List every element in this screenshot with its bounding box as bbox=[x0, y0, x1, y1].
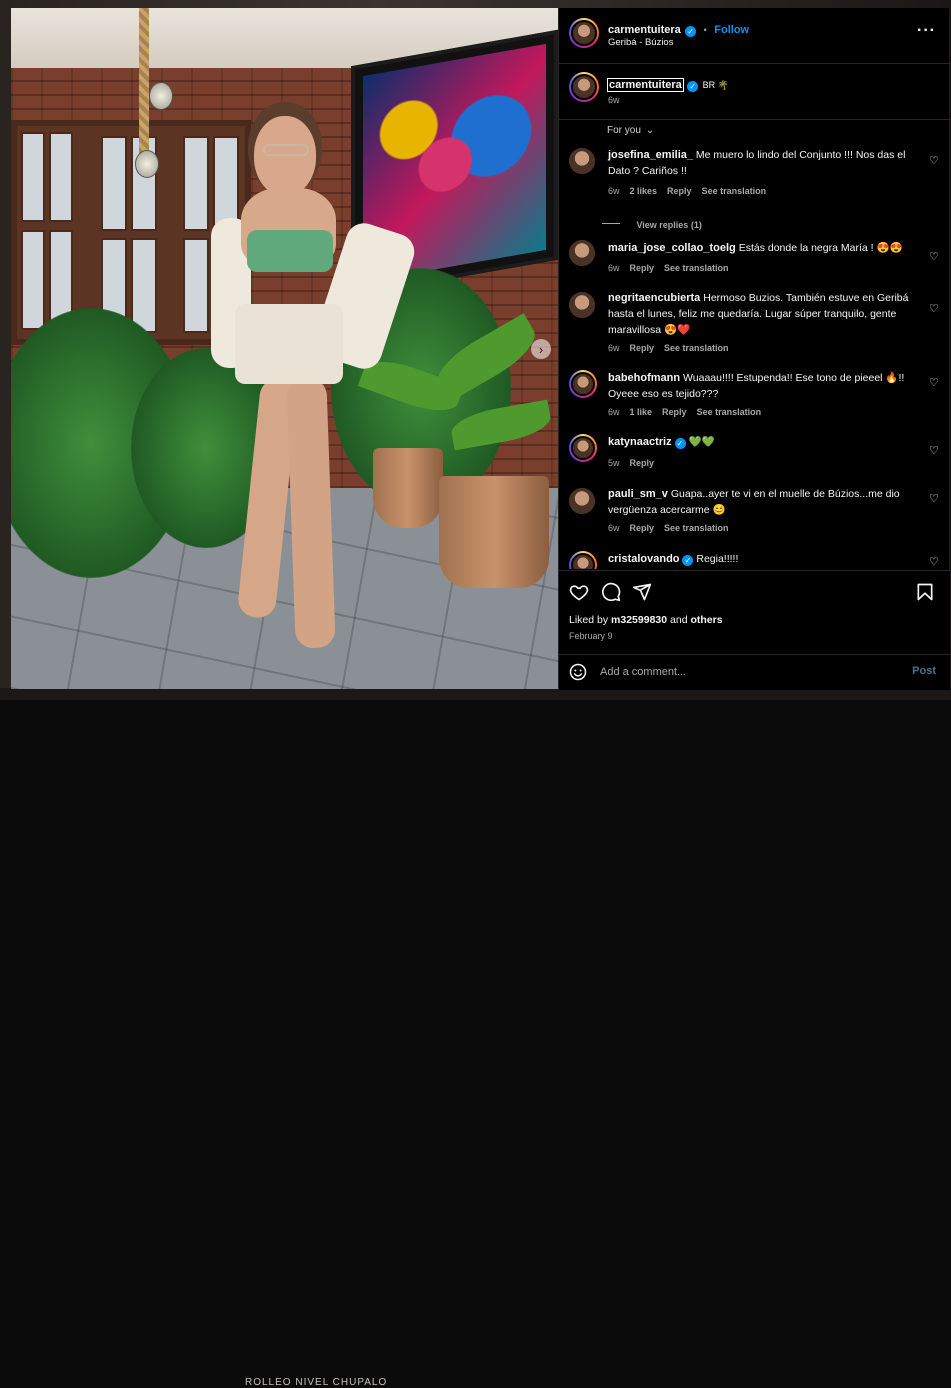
comment-text: 💚💚 bbox=[688, 436, 715, 448]
photo-pot bbox=[373, 448, 443, 528]
avatar[interactable] bbox=[569, 370, 597, 398]
reply-button[interactable]: Reply bbox=[662, 407, 687, 417]
comment-username[interactable]: babehofmann bbox=[608, 372, 680, 384]
comment-time: 6w bbox=[608, 407, 620, 417]
reply-button[interactable]: Reply bbox=[630, 458, 655, 468]
likes-others[interactable]: others bbox=[690, 614, 722, 626]
add-comment-bar: Post bbox=[559, 654, 950, 689]
heart-icon[interactable]: ♡ bbox=[929, 378, 940, 389]
see-translation-link[interactable]: See translation bbox=[664, 523, 729, 533]
comment-username[interactable]: josefina_emilia_ bbox=[608, 149, 693, 161]
heart-icon[interactable]: ♡ bbox=[929, 304, 940, 315]
bookmark-icon[interactable] bbox=[915, 582, 935, 602]
comment-likes[interactable]: 2 likes bbox=[630, 186, 658, 196]
comment-text: Regia!!!!! bbox=[696, 553, 739, 565]
photo-pot bbox=[439, 476, 549, 588]
caption-text: BR 🌴 bbox=[702, 80, 729, 90]
comment-input[interactable] bbox=[600, 664, 890, 680]
comment-time: 5w bbox=[608, 458, 620, 468]
see-translation-link[interactable]: See translation bbox=[702, 186, 767, 196]
photo-person-glasses bbox=[263, 144, 309, 156]
see-translation-link[interactable]: See translation bbox=[697, 407, 762, 417]
see-translation-link[interactable]: See translation bbox=[664, 343, 729, 353]
view-replies-button[interactable]: View replies (1) bbox=[636, 220, 701, 230]
comment-text: Estás donde la negra María ! 😍😍 bbox=[738, 242, 903, 254]
comment-time: 6w bbox=[608, 523, 620, 533]
verified-badge-icon: ✓ bbox=[674, 438, 686, 449]
comment-item: cristalovando ✓ Regia!!!!! ♡ bbox=[559, 551, 950, 569]
heart-icon[interactable]: ♡ bbox=[929, 156, 940, 167]
heart-icon[interactable]: ♡ bbox=[929, 557, 940, 568]
send-icon[interactable] bbox=[632, 582, 652, 602]
reply-button[interactable]: Reply bbox=[630, 263, 655, 273]
reply-button[interactable]: Reply bbox=[630, 523, 655, 533]
photo-rope bbox=[139, 8, 149, 158]
replies-line bbox=[602, 223, 620, 225]
comments-filter-label: For you bbox=[607, 125, 641, 136]
likes-summary: Liked by m32599830 and others bbox=[569, 614, 723, 626]
heart-icon[interactable]: ♡ bbox=[929, 494, 940, 505]
post-media[interactable]: › bbox=[11, 8, 558, 689]
comment-icon[interactable] bbox=[601, 582, 621, 602]
comment-username[interactable]: negritaencubierta bbox=[608, 292, 700, 304]
chevron-right-icon: › bbox=[538, 341, 544, 357]
comment-likes[interactable]: 1 like bbox=[630, 407, 653, 417]
separator-dot: • bbox=[703, 25, 707, 35]
photo-person-top bbox=[247, 230, 333, 272]
media-caption-strip: ROLLEO NIVEL CHUPALO bbox=[245, 1377, 388, 1388]
likes-and: and bbox=[670, 614, 688, 626]
caption-username[interactable]: carmentuitera bbox=[607, 78, 684, 92]
heart-icon[interactable]: ♡ bbox=[929, 446, 940, 457]
verified-badge-icon: ✓ bbox=[687, 81, 699, 92]
avatar[interactable] bbox=[569, 240, 595, 266]
heart-icon[interactable] bbox=[569, 582, 589, 602]
post-header: carmentuitera ✓ • Follow Geribá - Búzios… bbox=[559, 8, 950, 64]
reply-button[interactable]: Reply bbox=[630, 343, 655, 353]
follow-button[interactable]: Follow bbox=[714, 24, 749, 36]
post-comment-button[interactable]: Post bbox=[912, 665, 936, 677]
post-panel: carmentuitera ✓ • Follow Geribá - Búzios… bbox=[558, 8, 950, 690]
photo-bulb bbox=[149, 82, 173, 110]
photo-person-head bbox=[254, 116, 316, 196]
comment-time: 6w bbox=[608, 343, 620, 353]
see-translation-link[interactable]: See translation bbox=[664, 263, 729, 273]
comment-username[interactable]: katynaactriz bbox=[608, 436, 672, 448]
photo-person-shorts bbox=[235, 304, 343, 384]
location-link[interactable]: Geribá - Búzios bbox=[608, 37, 673, 48]
divider bbox=[559, 119, 950, 120]
chevron-down-icon: ⌄ bbox=[645, 125, 655, 136]
post-modal: › carmentuitera ✓ • Follow Geribá - Búzi… bbox=[11, 8, 950, 690]
likes-user[interactable]: m32599830 bbox=[611, 614, 667, 626]
emoji-icon[interactable] bbox=[569, 663, 587, 681]
next-slide-button[interactable]: › bbox=[531, 339, 551, 359]
avatar[interactable] bbox=[569, 488, 595, 514]
reply-button[interactable]: Reply bbox=[667, 186, 692, 196]
caption-time: 6w bbox=[608, 95, 620, 105]
avatar[interactable] bbox=[569, 292, 595, 318]
comment-time: 6w bbox=[608, 186, 620, 196]
header-username[interactable]: carmentuitera bbox=[608, 24, 681, 36]
comment-username[interactable]: maria_jose_collao_toelg bbox=[608, 242, 736, 254]
view-replies-row[interactable]: View replies (1) bbox=[602, 215, 702, 233]
comments-filter-dropdown[interactable]: For you ⌄ bbox=[607, 125, 654, 136]
post-date: February 9 bbox=[569, 631, 613, 641]
more-horizontal-icon[interactable]: ··· bbox=[917, 22, 936, 40]
verified-badge-icon: ✓ bbox=[685, 26, 697, 37]
avatar[interactable] bbox=[569, 18, 599, 48]
heart-icon[interactable]: ♡ bbox=[929, 252, 940, 263]
photo-bulb bbox=[135, 150, 159, 178]
comment-username[interactable]: cristalovando bbox=[608, 553, 680, 565]
likes-prefix: Liked by bbox=[569, 614, 609, 626]
avatar[interactable] bbox=[569, 148, 595, 174]
verified-badge-icon: ✓ bbox=[682, 555, 694, 566]
comment-time: 6w bbox=[608, 263, 620, 273]
avatar[interactable] bbox=[569, 551, 597, 569]
avatar[interactable] bbox=[569, 72, 599, 102]
avatar[interactable] bbox=[569, 434, 597, 462]
comment-username[interactable]: pauli_sm_v bbox=[608, 488, 668, 500]
